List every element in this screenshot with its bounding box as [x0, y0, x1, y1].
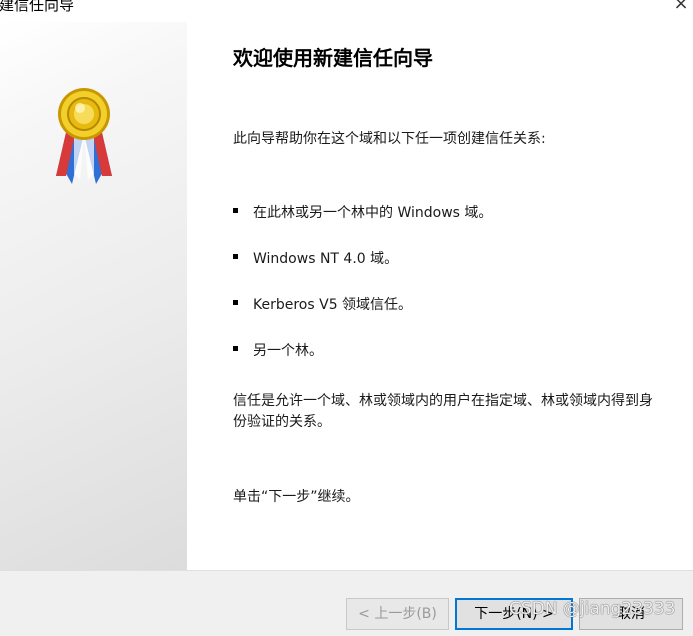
title-bar: 新建信任向导 ×	[0, 0, 693, 22]
list-item-text: Windows NT 4.0 域。	[253, 251, 399, 267]
new-trust-wizard-window: 新建信任向导 × 欢迎使用新建信任向导 此向导帮助你在这个域和以下任一项创建信任…	[0, 0, 693, 636]
intro-text: 此向导帮助你在这个域和以下任一项创建信任关系:	[233, 131, 546, 147]
page-title: 欢迎使用新建信任向导	[233, 46, 433, 70]
list-item: 在此林或另一个林中的 Windows 域。	[233, 202, 492, 248]
wizard-side-panel	[0, 22, 187, 570]
back-button[interactable]: < 上一步(B)	[346, 598, 449, 630]
trust-description: 信任是允许一个域、林或领域内的用户在指定域、林或领域内得到身份验证的关系。	[233, 393, 653, 430]
window-title: 新建信任向导	[0, 0, 75, 14]
award-ribbon-icon	[56, 88, 112, 184]
list-item: Kerberos V5 领域信任。	[233, 294, 492, 340]
cancel-button[interactable]: 取消	[579, 598, 683, 630]
trust-type-list: 在此林或另一个林中的 Windows 域。 Windows NT 4.0 域。 …	[233, 202, 492, 386]
list-item-text: 在此林或另一个林中的 Windows 域。	[253, 205, 493, 221]
list-item: Windows NT 4.0 域。	[233, 248, 492, 294]
wizard-content: 欢迎使用新建信任向导 此向导帮助你在这个域和以下任一项创建信任关系: 在此林或另…	[187, 22, 693, 570]
bullet-icon	[233, 254, 238, 259]
next-button[interactable]: 下一步(N) >	[455, 598, 573, 630]
list-item-text: 另一个林。	[253, 343, 323, 359]
wizard-footer: < 上一步(B) 下一步(N) > 取消 CSDN @jiang23333	[0, 570, 693, 636]
close-icon[interactable]: ×	[669, 0, 693, 16]
bullet-icon	[233, 300, 238, 305]
bullet-icon	[233, 346, 238, 351]
bullet-icon	[233, 208, 238, 213]
list-item-text: Kerberos V5 领域信任。	[253, 297, 413, 313]
list-item: 另一个林。	[233, 340, 492, 386]
continue-instruction: 单击“下一步”继续。	[233, 489, 360, 505]
